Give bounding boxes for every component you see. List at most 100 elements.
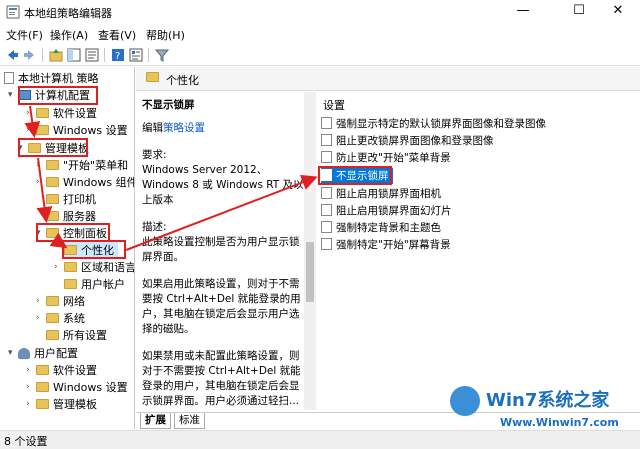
annotation-box-computer-config [18,86,98,105]
menu-action[interactable]: 操作(A) [50,27,88,43]
toolbar: ? [0,44,640,66]
status-text: 8 个设置 [4,435,48,448]
description-text: 此策略设置控制是否为用户显示锁屏界面。 [142,236,300,263]
export-list-icon[interactable] [84,47,100,63]
policy-setting-icon [321,238,332,250]
folder-icon [64,262,77,272]
disabled-text: 如果禁用或未配置此策略设置，则对于不需要按 Ctrl+Alt+Del 就能登录的… [142,350,301,407]
tree-item-network[interactable]: › 网络 [36,293,85,310]
help-icon[interactable]: ? [110,47,126,63]
up-folder-icon[interactable] [48,47,64,63]
policy-title: 不显示锁屏 [142,99,195,111]
menu-file[interactable]: 文件(F) [6,27,43,43]
annotation-box-personalization [62,240,126,259]
toolbar-separator [104,48,105,62]
folder-icon [46,296,59,306]
expanded-chevron-icon[interactable]: ▾ [8,345,18,362]
window-title: 本地组策略编辑器 [24,7,112,20]
filter-icon[interactable] [154,47,170,63]
tree-item-regional[interactable]: › 区域和语言 [54,259,134,276]
setting-row[interactable]: 强制特定"开始"屏幕背景 [321,237,451,253]
setting-row[interactable]: 强制特定背景和主题色 [321,220,441,236]
policy-setting-icon [321,221,332,233]
collapsed-chevron-icon[interactable]: › [26,362,36,379]
setting-row[interactable]: 阻止更改锁屏界面图像和登录图像 [321,133,494,149]
forward-arrow-icon[interactable] [22,47,38,63]
tab-extended[interactable]: 扩展 [140,413,171,429]
folder-icon [46,160,59,170]
policy-setting-icon [321,187,332,199]
setting-row[interactable]: 强制显示特定的默认锁屏界面图像和登录图像 [321,116,546,132]
folder-icon [46,177,59,187]
tree-item-all-settings[interactable]: 所有设置 [46,327,107,344]
folder-icon [64,279,77,289]
tree-item-windows-components[interactable]: › Windows 组件 [36,174,134,191]
windows-logo-icon [450,386,480,416]
requirements-text: Windows Server 2012、Windows 8 或 Windows … [142,164,304,206]
tree-item-system[interactable]: › 系统 [36,310,85,327]
setting-row[interactable]: 阻止启用锁屏界面幻灯片 [321,203,452,219]
menu-bar: 文件(F) 操作(A) 查看(V) 帮助(H) [0,24,640,44]
properties-icon[interactable] [128,47,144,63]
tab-standard[interactable]: 标准 [174,413,205,429]
collapsed-chevron-icon[interactable]: › [36,293,46,310]
close-button[interactable]: ✕ [595,0,640,24]
edit-policy-link[interactable]: 策略设置 [163,122,205,134]
toolbar-separator [148,48,149,62]
policy-editor-app-icon [6,5,20,19]
show-hide-tree-icon[interactable] [66,47,82,63]
folder-icon [36,108,49,118]
expanded-chevron-icon[interactable]: ▾ [8,87,18,104]
annotation-box-no-lock-screen [318,166,392,185]
description-scrollbar[interactable] [304,92,316,410]
toolbar-separator [42,48,43,62]
details-header-title: 个性化 [166,74,199,87]
folder-icon [36,382,49,392]
collapsed-chevron-icon[interactable]: › [26,396,36,413]
minimize-button[interactable]: — [500,0,546,24]
setting-row[interactable]: 防止更改"开始"菜单背景 [321,150,451,166]
folder-icon [46,211,59,221]
policy-setting-icon [321,117,332,129]
folder-icon [146,72,159,82]
tree-item-windows-settings[interactable]: › Windows 设置 [26,122,128,139]
description-pane: 不显示锁屏 编辑策略设置 要求: Windows Server 2012、Win… [136,92,306,412]
collapsed-chevron-icon[interactable]: › [36,174,46,191]
collapsed-chevron-icon[interactable]: › [26,122,36,139]
folder-icon [36,365,49,375]
scrollbar-thumb[interactable] [306,242,314,302]
tree-item-user-windows-settings[interactable]: › Windows 设置 [26,379,128,396]
menu-help[interactable]: 帮助(H) [146,27,185,43]
requirements-label: 要求: [142,149,167,161]
folder-icon [36,125,49,135]
policy-setting-icon [321,204,332,216]
tree-item-user-config[interactable]: ▾ 用户配置 [8,345,78,362]
setting-row[interactable]: 阻止启用锁屏界面相机 [321,186,441,202]
collapsed-chevron-icon[interactable]: › [26,379,36,396]
description-label: 描述: [142,221,167,233]
collapsed-chevron-icon[interactable]: › [54,259,64,276]
settings-column-header[interactable]: 设置 [323,97,345,113]
collapsed-chevron-icon[interactable]: › [36,310,46,327]
folder-icon [36,399,49,409]
collapsed-chevron-icon[interactable]: › [26,105,36,122]
tree-item-printers[interactable]: 打印机 [46,191,96,208]
tree-item-user-accounts[interactable]: 用户帐户 [64,276,125,293]
watermark: Win7系统之家 Www.Winwin7.com [440,382,640,438]
tree-item-user-software-settings[interactable]: › 软件设置 [26,362,97,379]
annotation-box-admin-templates [18,138,88,157]
collapsed-chevron-icon[interactable]: › [36,157,46,174]
folder-icon [46,330,59,340]
tree-item-local-policy[interactable]: 本地计算机 策略 [4,70,99,87]
title-bar: 本地组策略编辑器 — ☐ ✕ [0,0,640,24]
tree-item-user-admin-templates[interactable]: › 管理模板 [26,396,97,413]
folder-icon [46,313,59,323]
watermark-brand: Win7系统之家 [486,390,610,411]
document-icon [4,72,14,84]
user-icon [18,347,30,359]
menu-view[interactable]: 查看(V) [98,27,136,43]
tree-item-software-settings[interactable]: › 软件设置 [26,105,97,122]
back-arrow-icon[interactable] [4,47,20,63]
tree-item-start-menu[interactable]: › "开始"菜单和 [36,157,128,174]
settings-list: 设置 强制显示特定的默认锁屏界面图像和登录图像 阻止更改锁屏界面图像和登录图像 … [317,92,640,412]
